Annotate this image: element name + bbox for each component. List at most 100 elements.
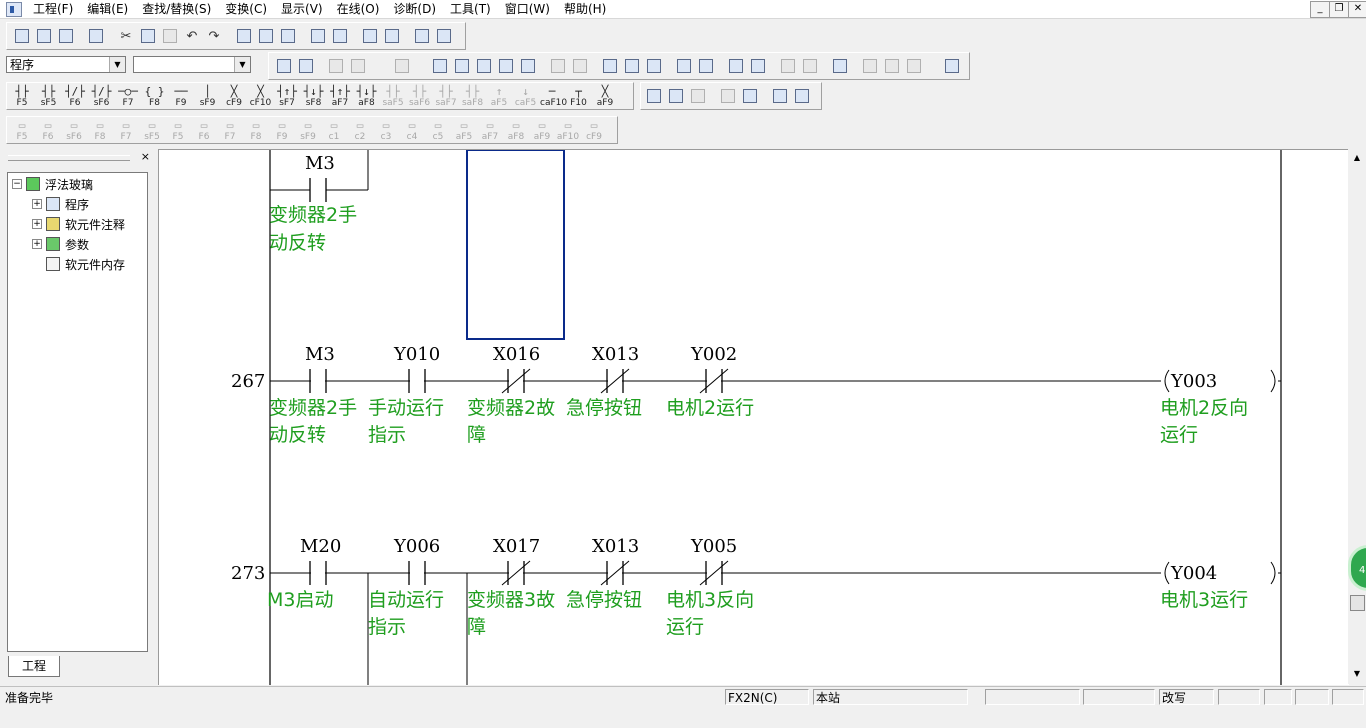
- redo-icon[interactable]: ↷: [203, 26, 225, 46]
- plc-read-icon[interactable]: [307, 26, 329, 46]
- zoom-out-icon[interactable]: [747, 56, 769, 76]
- tree-item-device-comment[interactable]: + 软元件注释: [32, 215, 125, 233]
- expand-icon[interactable]: +: [32, 199, 42, 209]
- grid-icon[interactable]: [769, 86, 791, 106]
- collapse-icon[interactable]: −: [12, 179, 22, 189]
- sfc-symbol-button[interactable]: ▭ F5: [10, 119, 34, 143]
- find-step-icon[interactable]: [277, 26, 299, 46]
- ladder-symbol-button[interactable]: ┤/├ sF6: [90, 85, 114, 109]
- align-3-icon[interactable]: [903, 56, 925, 76]
- sfc-symbol-button[interactable]: ▭ F7: [114, 119, 138, 143]
- open-file-icon[interactable]: [33, 26, 55, 46]
- monitor-write-mode-icon[interactable]: [517, 56, 539, 76]
- scroll-thumb[interactable]: [1350, 595, 1365, 611]
- sfc-symbol-button[interactable]: ▭ aF7: [478, 119, 502, 143]
- ladder-symbol-button[interactable]: ┤↑├ sF7: [275, 85, 299, 109]
- sfc-symbol-button[interactable]: ▭ F8: [88, 119, 112, 143]
- ladder-symbol-button[interactable]: ─○─ F7: [116, 85, 140, 109]
- cut-icon[interactable]: ✂: [115, 26, 137, 46]
- undo-icon[interactable]: ↶: [181, 26, 203, 46]
- ladder-symbol-button[interactable]: ↓ caF5: [514, 85, 538, 109]
- sfc-symbol-button[interactable]: ▭ aF8: [504, 119, 528, 143]
- device-monitor-icon[interactable]: [695, 56, 717, 76]
- close-icon[interactable]: ×: [141, 150, 150, 163]
- insert-mode-icon[interactable]: [473, 56, 495, 76]
- chevron-down-icon[interactable]: ▼: [234, 57, 250, 72]
- sfc-symbol-button[interactable]: ▭ sF5: [140, 119, 164, 143]
- zoom-in-icon[interactable]: [725, 56, 747, 76]
- device-test-icon[interactable]: [411, 26, 433, 46]
- close-icon[interactable]: ✕: [1348, 1, 1366, 18]
- stop-icon[interactable]: [547, 56, 569, 76]
- sfc-symbol-button[interactable]: ▭ c1: [322, 119, 346, 143]
- transfer-online-icon[interactable]: [621, 56, 643, 76]
- monitor-icon[interactable]: [359, 26, 381, 46]
- app-icon[interactable]: [6, 2, 22, 17]
- sfc-symbol-button[interactable]: ▭ c4: [400, 119, 424, 143]
- ladder-symbol-button[interactable]: ┤/├ F6: [63, 85, 87, 109]
- diagnosis-icon[interactable]: [433, 26, 455, 46]
- new-file-icon[interactable]: [11, 26, 33, 46]
- ladder-symbol-button[interactable]: ╳ cF9: [222, 85, 246, 109]
- device-batch-icon[interactable]: [673, 56, 695, 76]
- menu-item[interactable]: 在线(O): [330, 1, 387, 17]
- vertical-scrollbar[interactable]: ▲ ▼: [1348, 149, 1366, 684]
- ladder-symbol-button[interactable]: ┤↑├ aF7: [328, 85, 352, 109]
- ladder-symbol-button[interactable]: ┤↓├ sF8: [302, 85, 326, 109]
- note-icon[interactable]: [739, 86, 761, 106]
- expand-icon[interactable]: +: [32, 239, 42, 249]
- read-mode-icon[interactable]: [429, 56, 451, 76]
- tree-root[interactable]: − 浮法玻璃: [12, 175, 93, 193]
- delete-row-icon[interactable]: [665, 86, 687, 106]
- menu-item[interactable]: 查找/替换(S): [135, 1, 218, 17]
- ladder-symbol-button[interactable]: ↑ aF5: [487, 85, 511, 109]
- find-instruction-icon[interactable]: [255, 26, 277, 46]
- ladder-symbol-button[interactable]: ┤├ saF5: [381, 85, 405, 109]
- ladder-symbol-button[interactable]: ╳ cF10: [249, 85, 273, 109]
- menu-item[interactable]: 帮助(H): [557, 1, 613, 17]
- menu-item[interactable]: 诊断(D): [386, 1, 443, 17]
- sfc-symbol-button[interactable]: ▭ c2: [348, 119, 372, 143]
- sfc-symbol-button[interactable]: ▭ F6: [36, 119, 60, 143]
- panel-grip[interactable]: [8, 155, 130, 161]
- expand-icon[interactable]: +: [32, 219, 42, 229]
- sfc-symbol-button[interactable]: ▭ F5: [166, 119, 190, 143]
- menu-item[interactable]: 变换(C): [218, 1, 274, 17]
- sfc-symbol-button[interactable]: ▭ F9: [270, 119, 294, 143]
- sfc-symbol-button[interactable]: ▭ c5: [426, 119, 450, 143]
- sfc-icon[interactable]: [325, 56, 347, 76]
- menu-item[interactable]: 窗口(W): [498, 1, 557, 17]
- ladder-symbol-button[interactable]: ┤├ F5: [10, 85, 34, 109]
- ladder-symbol-button[interactable]: ┤├ saF7: [434, 85, 458, 109]
- sfc-symbol-button[interactable]: ▭ aF5: [452, 119, 476, 143]
- ladder-view-icon[interactable]: [295, 56, 317, 76]
- monitor-mode-icon[interactable]: [495, 56, 517, 76]
- ladder-symbol-button[interactable]: ── F9: [169, 85, 193, 109]
- align-icon[interactable]: [859, 56, 881, 76]
- menu-item[interactable]: 工程(F): [26, 1, 80, 17]
- ladder-symbol-button[interactable]: ┤├ saF6: [408, 85, 432, 109]
- restore-icon[interactable]: ❐: [1329, 1, 1349, 18]
- find-device-icon[interactable]: [233, 26, 255, 46]
- statement-icon[interactable]: [717, 86, 739, 106]
- transfer-icon[interactable]: [599, 56, 621, 76]
- search-icon[interactable]: [829, 56, 851, 76]
- write-mode-icon[interactable]: [451, 56, 473, 76]
- data-type-combo[interactable]: 程序 ▼: [6, 56, 126, 73]
- sfc-symbol-button[interactable]: ▭ sF9: [296, 119, 320, 143]
- paste-icon[interactable]: [159, 26, 181, 46]
- error-icon[interactable]: [687, 86, 709, 106]
- data-name-combo[interactable]: ▼: [133, 56, 251, 73]
- sfc-symbol-button[interactable]: ▭ aF9: [530, 119, 554, 143]
- tab-project[interactable]: 工程: [8, 656, 60, 677]
- ladder-symbol-button[interactable]: ┬ F10: [567, 85, 591, 109]
- step-forward-icon[interactable]: [799, 56, 821, 76]
- merge-icon[interactable]: [791, 86, 813, 106]
- ladder-editor[interactable]: M3 变频器2手 动反转 267 M3 Y010 X016 X013 Y002 …: [158, 149, 1349, 685]
- step-back-icon[interactable]: [777, 56, 799, 76]
- align-2-icon[interactable]: [881, 56, 903, 76]
- menu-item[interactable]: 显示(V): [274, 1, 330, 17]
- comment-icon[interactable]: [391, 56, 413, 76]
- sfc-symbol-button[interactable]: ▭ c3: [374, 119, 398, 143]
- ladder-symbol-button[interactable]: ─ caF10: [540, 85, 567, 109]
